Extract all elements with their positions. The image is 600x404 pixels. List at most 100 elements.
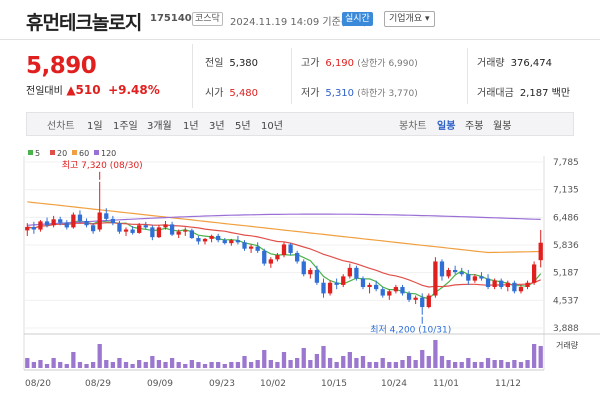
candle-body [242,242,247,249]
stock-quote-page: 휴먼테크놀로지 175140 코스닥 2024.11.19 14:09 기준(장… [0,0,600,404]
tab-daily[interactable]: 일봉 [437,117,455,132]
candle-body [453,269,458,273]
candle-body [485,278,491,288]
y-tick-label: 3,888 [553,324,579,334]
open-label: 시가 [205,88,224,99]
volume-bar [301,348,306,368]
volume-bar [235,362,241,368]
candle-body [518,287,524,292]
volume-bar [367,362,372,368]
candle-body [248,246,254,249]
candle-body [360,278,366,288]
low-price: 저가 5,310 (하한가 3,770) [301,84,418,99]
candle-body [51,219,56,226]
volume-bar [229,362,234,368]
market-badge: 코스닥 [192,12,223,26]
prev-close: 전일 5,380 [205,54,258,69]
candle-body [163,224,168,228]
price-chart[interactable]: 3,888 4,537 5,187 5,836 6,486 7,135 7,785 5 20 60… [0,136,600,404]
candle-body [347,267,352,277]
volume-bar [104,360,109,368]
volume-bar [512,360,517,368]
volume-bar [439,356,445,368]
candle-body [31,226,37,230]
tab-3y[interactable]: 3년 [209,117,225,132]
candle-body [183,230,188,232]
volume-bar [393,362,399,368]
x-tick-label: 09/09 [147,379,173,389]
y-tick-label: 5,187 [553,269,579,279]
candle-body [156,227,162,238]
volume-bar [426,356,431,368]
candle-body [308,269,313,275]
divider [467,48,468,104]
volume-bar [492,360,497,368]
divider [291,48,292,104]
candle-body [262,250,267,264]
volume-bar [117,358,122,368]
tab-10y[interactable]: 10년 [261,117,283,132]
volume-bar [169,358,175,368]
candle-body [255,246,260,251]
candle-body [110,218,115,224]
prev-value: 5,380 [229,58,259,69]
candle-body [380,289,385,296]
y-tick-label: 6,486 [553,213,579,223]
tab-weekly[interactable]: 주봉 [465,117,483,132]
volume-bar [44,364,50,368]
lower-limit: (하한가 3,770) [357,89,418,99]
candle-body [97,212,102,230]
quote-grid: 전일 5,380 고가 6,190 (상한가 6,990) 거래량 376,474 시… [192,44,600,108]
volume-bar [374,362,379,368]
candle-body [354,267,359,279]
tab-1d[interactable]: 1일 [87,117,103,132]
high-price: 고가 6,190 (상한가 6,990) [301,54,418,69]
volume-bar [525,360,530,368]
legend-label: 120 [101,149,116,158]
candle-body [235,240,241,243]
candle-body [301,261,306,275]
realtime-badge[interactable]: 실시간 [342,12,373,26]
x-tick-label: 09/23 [209,379,235,389]
volume-label: 거래량 [556,340,579,350]
tab-3m[interactable]: 3개월 [147,117,172,132]
tab-monthly[interactable]: 월봉 [493,117,511,132]
legend-label: 5 [35,149,40,158]
volume-bar [387,362,392,368]
candle-body [44,221,50,226]
volume-bar [295,358,300,368]
volume-bar [268,360,273,368]
volume-bar [58,362,63,368]
tab-candle-chart[interactable]: 봉차트 [399,117,427,132]
volume-bar [360,356,366,368]
low-value: 5,310 [325,88,355,99]
candle-body [406,293,412,300]
volume-value: 376,474 [510,58,552,69]
tab-line-chart[interactable]: 선차트 [47,117,75,132]
stock-name[interactable]: 휴먼테크놀로지 [26,8,142,35]
tab-1y[interactable]: 1년 [183,117,199,132]
tab-1w[interactable]: 1주일 [113,117,138,132]
corp-overview-button[interactable]: 기업개요 ▾ [384,11,435,27]
change-label: 전일대비 [26,86,63,97]
x-tick-label: 08/29 [85,379,111,389]
volume-bar [262,350,267,368]
candle-body [202,238,208,242]
tab-5y[interactable]: 5년 [235,117,251,132]
candle-body [512,282,517,292]
candle-body [64,222,69,228]
candle-body [466,274,471,281]
candle-body [25,226,30,231]
candle-body [413,297,418,300]
candle-body [459,272,464,275]
volume-bar [202,364,208,368]
candle-body [130,229,135,233]
volume-bar [308,360,313,368]
change-rate: +9.48% [108,83,160,97]
candle-body [321,282,326,294]
candle-body [176,231,181,235]
volume-bar [453,362,458,368]
change-amount: ▲510 [66,83,101,97]
volume-bar [347,352,352,368]
volume-bar [499,360,504,368]
